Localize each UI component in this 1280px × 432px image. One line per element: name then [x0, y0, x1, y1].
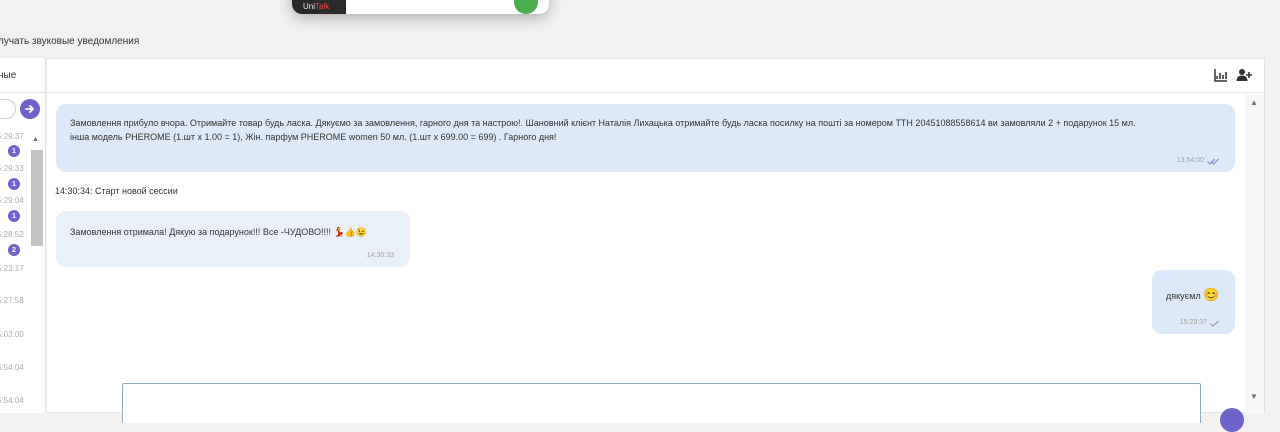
dialog-time: 5:54:04: [0, 396, 24, 405]
smile-emoji: 😊: [1203, 287, 1220, 302]
dialog-list-title: ные: [0, 70, 17, 81]
message-time: 14:30:33: [366, 252, 394, 259]
message-bubble-outgoing: дякуємл 😊 15:29:37: [1152, 270, 1235, 334]
message-text: Замовлення прибуло вчора. Отримайте това…: [70, 118, 1136, 128]
sound-notifications-label[interactable]: лучать звуковые уведомления: [0, 36, 139, 47]
unread-badge: 1: [8, 145, 20, 157]
message-input[interactable]: [122, 383, 1201, 423]
check-icon: [1210, 320, 1219, 327]
divider: [0, 92, 45, 93]
dialog-time: 5:27:58: [0, 296, 24, 305]
unitalk-logo: UniTalk: [292, 0, 346, 14]
dialog-time: 5:28:52: [0, 230, 24, 239]
send-button[interactable]: [1220, 408, 1244, 432]
message-meta: 14:30:33: [367, 249, 394, 263]
chat-panel: Замовлення прибуло вчора. Отримайте това…: [47, 58, 1265, 414]
dialog-time: 5:23:17: [0, 264, 24, 273]
unread-badge: 1: [8, 210, 20, 222]
dialog-time: 5:29:04: [0, 196, 24, 205]
session-start-notice: 14:30:34: Старт новой сессии: [55, 186, 178, 196]
dialog-search-input[interactable]: [0, 99, 16, 119]
message-meta: 15:29:37: [1180, 316, 1219, 330]
chat-scrollbar[interactable]: ▲ ▼: [1245, 94, 1264, 414]
message-text: Замовлення отримала! Дякую за подарунок!…: [70, 227, 331, 237]
popup-input[interactable]: [348, 0, 538, 14]
dialog-time: 5:54:04: [0, 363, 24, 372]
message-list: Замовлення прибуло вчора. Отримайте това…: [47, 94, 1245, 414]
scroll-down-icon[interactable]: ▼: [1250, 392, 1258, 401]
message-bubble-outgoing: Замовлення прибуло вчора. Отримайте това…: [56, 104, 1235, 172]
unread-badge: 2: [8, 244, 20, 256]
logo-text-accent: Talk: [315, 2, 330, 11]
dialog-list-panel: ные 5:29:37 1 5:29:33 1 5:29:04 1 5:28:5…: [0, 58, 46, 413]
scrollbar-thumb[interactable]: [31, 150, 43, 246]
dialog-time: 5:03:00: [0, 330, 24, 339]
unread-badge: 1: [8, 178, 20, 190]
logo-text-main: Uni: [303, 2, 316, 11]
scroll-up-icon[interactable]: ▲: [1250, 98, 1258, 107]
message-text: дякуємл: [1166, 291, 1201, 301]
add-user-icon[interactable]: [1236, 68, 1252, 84]
dialog-time: 5:29:37: [0, 132, 24, 141]
search-go-button[interactable]: [20, 99, 40, 119]
message-time: 15:29:37: [1179, 319, 1207, 326]
call-widget-popup: UniTalk: [292, 0, 549, 14]
message-time: 13:54:00: [1176, 157, 1204, 164]
dialog-time: 5:29:33: [0, 164, 24, 173]
chat-toolbar: [47, 59, 1264, 93]
message-emoji: 💃👍😉: [333, 227, 368, 237]
message-bubble-incoming: Замовлення отримала! Дякую за подарунок!…: [56, 211, 410, 267]
stats-chart-icon[interactable]: [1214, 68, 1230, 84]
double-check-icon: [1207, 158, 1219, 165]
scroll-up-icon[interactable]: ▲: [32, 136, 39, 143]
dialog-list-scrollbar[interactable]: ▲: [30, 134, 44, 413]
message-meta: 13:54:00: [1177, 154, 1219, 168]
message-text: інша модель PHEROME (1.шт x 1.00 = 1), Ж…: [70, 132, 557, 142]
arrow-right-icon: [25, 105, 34, 113]
